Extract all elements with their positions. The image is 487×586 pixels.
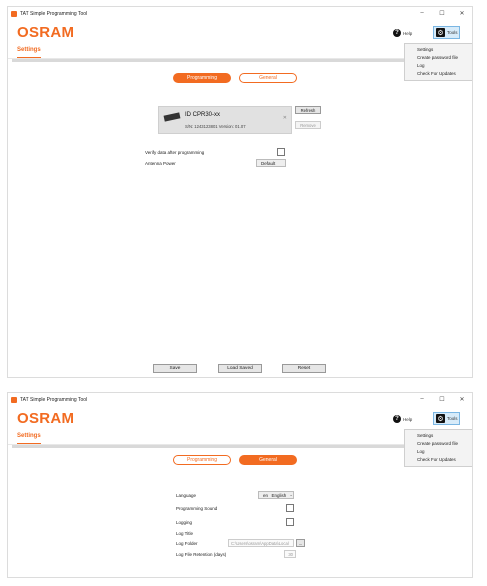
tools-button[interactable]: ⚙ Tools: [433, 412, 460, 425]
gear-icon: ⚙: [436, 28, 445, 37]
osram-logo: OSRAM: [17, 24, 75, 41]
log-folder-label: Log Folder: [176, 541, 198, 546]
tools-button[interactable]: ⚙ Tools: [433, 26, 460, 39]
tools-label: Tools: [447, 416, 458, 421]
language-select[interactable]: en English ⌄: [258, 491, 294, 499]
app-window-general: TAT Simple Programming Tool – ☐ ✕ OSRAM …: [7, 392, 473, 578]
refresh-button[interactable]: Refresh: [295, 106, 321, 114]
antenna-power-select[interactable]: Default: [256, 159, 286, 167]
app-icon: [11, 396, 17, 403]
help-icon: ?: [393, 415, 401, 423]
log-title-label: Log Title: [176, 531, 194, 536]
reset-button[interactable]: Reset: [282, 364, 326, 373]
menu-item-check-updates[interactable]: Check For Updates: [405, 456, 472, 464]
reader-icon: [163, 112, 181, 122]
menu-item-settings[interactable]: Settings: [405, 46, 472, 54]
tab-settings-underline: [17, 57, 41, 58]
menu-item-create-password[interactable]: Create password file: [405, 54, 472, 62]
menu-item-create-password[interactable]: Create password file: [405, 440, 472, 448]
help-label: Help: [403, 416, 413, 422]
tab-general[interactable]: General: [239, 73, 297, 83]
maximize-button[interactable]: ☐: [432, 396, 452, 403]
window-title: TAT Simple Programming Tool: [20, 396, 88, 403]
section-divider: [12, 59, 468, 62]
tab-programming[interactable]: Programming: [173, 73, 231, 83]
close-button[interactable]: ✕: [452, 10, 472, 17]
tab-bar: Settings: [8, 431, 472, 445]
device-card[interactable]: ID CPR30-xx S/N: 1243123801 Version: 01.…: [158, 106, 292, 134]
title-bar: TAT Simple Programming Tool – ☐ ✕: [8, 7, 472, 20]
help-label: Help: [403, 30, 413, 36]
osram-logo: OSRAM: [17, 410, 75, 427]
menu-item-settings[interactable]: Settings: [405, 432, 472, 440]
load-saved-button[interactable]: Load Saved: [218, 364, 262, 373]
tab-general[interactable]: General: [239, 455, 297, 465]
app-window-programming: TAT Simple Programming Tool – ☐ ✕ OSRAM …: [7, 6, 473, 378]
antenna-power-label: Antenna Power: [145, 161, 176, 166]
window-controls: – ☐ ✕: [412, 10, 472, 17]
language-value: English: [271, 492, 287, 498]
logging-label: Logging: [176, 520, 193, 525]
log-retention-input[interactable]: 30: [284, 550, 296, 558]
window-controls: – ☐ ✕: [412, 396, 472, 403]
mode-switch: Programming General: [173, 73, 297, 83]
chevron-down-icon: ⌄: [289, 492, 293, 497]
log-retention-label: Log File Retention (days): [176, 552, 227, 557]
tab-settings[interactable]: Settings: [17, 47, 41, 53]
programming-sound-label: Programming Sound: [176, 506, 218, 511]
help-icon: ?: [393, 29, 401, 37]
menu-item-log[interactable]: Log: [405, 62, 472, 70]
menu-item-check-updates[interactable]: Check For Updates: [405, 70, 472, 78]
device-name: ID CPR30-xx: [185, 112, 221, 118]
verify-label: Verify data after programming: [145, 150, 205, 155]
mode-switch: Programming General: [173, 455, 297, 465]
programming-sound-checkbox[interactable]: [286, 504, 294, 512]
tab-settings-underline: [17, 443, 41, 444]
app-icon: [11, 10, 17, 17]
help-button[interactable]: ? Help: [393, 415, 412, 423]
app-header: OSRAM ? Help ⚙ Tools: [8, 20, 472, 45]
tab-settings[interactable]: Settings: [17, 433, 41, 439]
tools-dropdown-menu: Settings Create password file Log Check …: [404, 43, 472, 81]
minimize-button[interactable]: –: [412, 396, 432, 403]
maximize-button[interactable]: ☐: [432, 10, 452, 17]
title-bar: TAT Simple Programming Tool – ☐ ✕: [8, 393, 472, 406]
language-label: Language: [176, 493, 197, 498]
tools-label: Tools: [447, 30, 458, 35]
logging-checkbox[interactable]: [286, 518, 294, 526]
app-header: OSRAM ? Help ⚙ Tools: [8, 406, 472, 431]
gear-icon: ⚙: [436, 414, 445, 423]
tab-bar: Settings: [8, 45, 472, 59]
minimize-button[interactable]: –: [412, 10, 432, 17]
browse-folder-button[interactable]: ...: [296, 539, 305, 547]
save-button[interactable]: Save: [153, 364, 197, 373]
remove-button[interactable]: Remove: [295, 121, 321, 129]
menu-item-log[interactable]: Log: [405, 448, 472, 456]
device-serial: S/N: 1243123801 Version: 01.07: [185, 124, 246, 129]
language-code: en: [263, 492, 269, 498]
log-folder-input[interactable]: C:\Users\osram\AppData\Local: [228, 539, 294, 547]
window-title: TAT Simple Programming Tool: [20, 10, 88, 17]
close-button[interactable]: ✕: [452, 396, 472, 403]
help-button[interactable]: ? Help: [393, 29, 412, 37]
section-divider: [12, 445, 468, 448]
device-remove-icon[interactable]: ✕: [283, 115, 287, 121]
tools-dropdown-menu: Settings Create password file Log Check …: [404, 429, 472, 467]
tab-programming[interactable]: Programming: [173, 455, 231, 465]
verify-checkbox[interactable]: [277, 148, 285, 156]
